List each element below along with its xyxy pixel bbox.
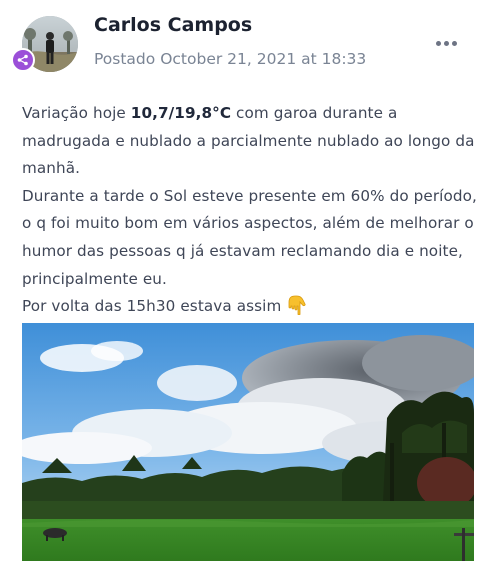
share-icon — [17, 54, 28, 66]
ellipsis-icon — [451, 40, 457, 46]
post-date[interactable]: October 21, 2021 at 18:33 — [160, 50, 366, 68]
author-avatar-group — [11, 16, 80, 76]
landscape-photo — [22, 323, 474, 561]
post-meta: Postado October 21, 2021 at 18:33 — [94, 50, 366, 68]
share-badge[interactable] — [11, 48, 35, 72]
temperature-range: 10,7/19,8°C — [130, 104, 232, 122]
paragraph-3-text: Por volta das 15h30 estava assim — [22, 297, 282, 316]
paragraph-3: Por volta das 15h30 estava assim — [22, 293, 480, 325]
paragraph-2: Durante a tarde o Sol esteve presente em… — [22, 186, 477, 288]
author-name[interactable]: Carlos Campos — [94, 14, 252, 36]
post-body: Variação hoje 10,7/19,8°C com garoa dura… — [22, 100, 480, 325]
posted-label: Postado — [94, 50, 156, 68]
paragraph-1-start: Variação hoje — [22, 104, 131, 122]
paragraph-1: Variação hoje 10,7/19,8°C com garoa dura… — [22, 100, 480, 183]
pointing-down-hand-icon — [288, 295, 306, 325]
more-options-button[interactable] — [430, 32, 462, 54]
ellipsis-icon — [435, 40, 441, 46]
post-card: Carlos Campos Postado October 21, 2021 a… — [0, 0, 496, 561]
ellipsis-icon — [443, 40, 449, 46]
post-photo[interactable] — [22, 323, 474, 561]
